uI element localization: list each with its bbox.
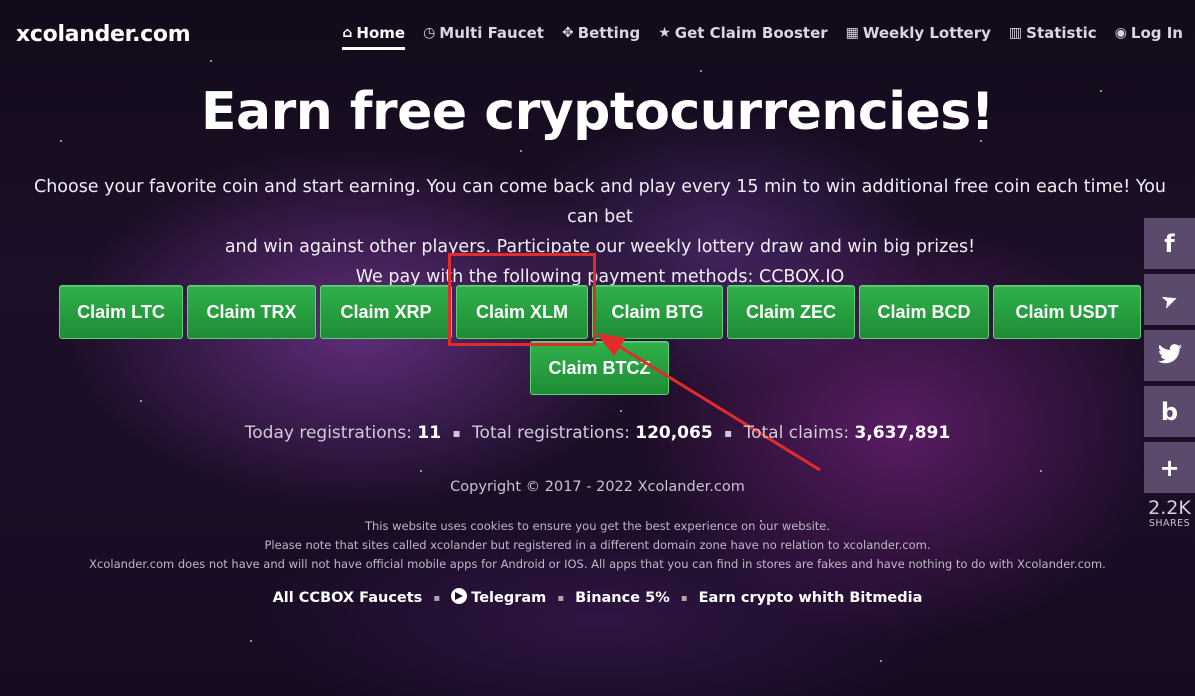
footer-links: All CCBOX Faucets ▪ Telegram ▪ Binance 5… <box>0 588 1195 606</box>
twitter-icon <box>1157 342 1182 370</box>
telegram-link[interactable]: Telegram <box>451 588 547 606</box>
facebook-share-button[interactable]: f <box>1144 218 1195 269</box>
all-ccbox-faucets-link[interactable]: All CCBOX Faucets <box>273 590 423 606</box>
telegram-link-label: Telegram <box>471 590 547 606</box>
registration-stats: Today registrations: 11 ▪ Total registra… <box>0 423 1195 443</box>
separator-dot: ▪ <box>433 592 441 604</box>
bitmedia-link[interactable]: Earn crypto whith Bitmedia <box>699 590 923 606</box>
facebook-icon: f <box>1164 229 1175 258</box>
bitmedia-icon: b <box>1160 397 1179 426</box>
cookie-note: This website uses cookies to ensure you … <box>364 519 831 533</box>
copyright: Copyright © 2017 - 2022 Xcolander.com <box>450 479 745 495</box>
telegram-share-button[interactable]: ➤ <box>1144 274 1195 325</box>
plus-icon: + <box>1159 453 1180 482</box>
total-claims-label: Total claims: <box>743 423 850 443</box>
more-share-button[interactable]: + <box>1144 442 1195 493</box>
total-registrations-value: 120,065 <box>635 423 713 443</box>
separator-dot: ▪ <box>557 592 565 604</box>
binance-link[interactable]: Binance 5% <box>575 590 670 606</box>
share-sidebar: f ➤ b + 2.2K SHARES <box>1144 218 1195 529</box>
bitmedia-share-button[interactable]: b <box>1144 386 1195 437</box>
apps-note: Xcolander.com does not have and will not… <box>89 557 1106 571</box>
share-count: 2.2K <box>1148 497 1191 519</box>
total-claims-value: 3,637,891 <box>854 423 951 443</box>
twitter-share-button[interactable] <box>1144 330 1195 381</box>
share-label: SHARES <box>1148 518 1191 529</box>
domain-note: Please note that sites called xcolander … <box>264 538 931 552</box>
disclaimer-notes: This website uses cookies to ensure you … <box>0 517 1195 574</box>
telegram-icon <box>451 588 468 604</box>
separator-dot: ▪ <box>680 592 688 604</box>
telegram-icon: ➤ <box>1157 285 1182 314</box>
separator-dot: ▪ <box>724 426 733 440</box>
total-registrations-label: Total registrations: <box>472 423 630 443</box>
separator-dot: ▪ <box>452 426 461 440</box>
today-registrations-label: Today registrations: <box>244 423 413 443</box>
today-registrations-value: 11 <box>417 423 442 443</box>
